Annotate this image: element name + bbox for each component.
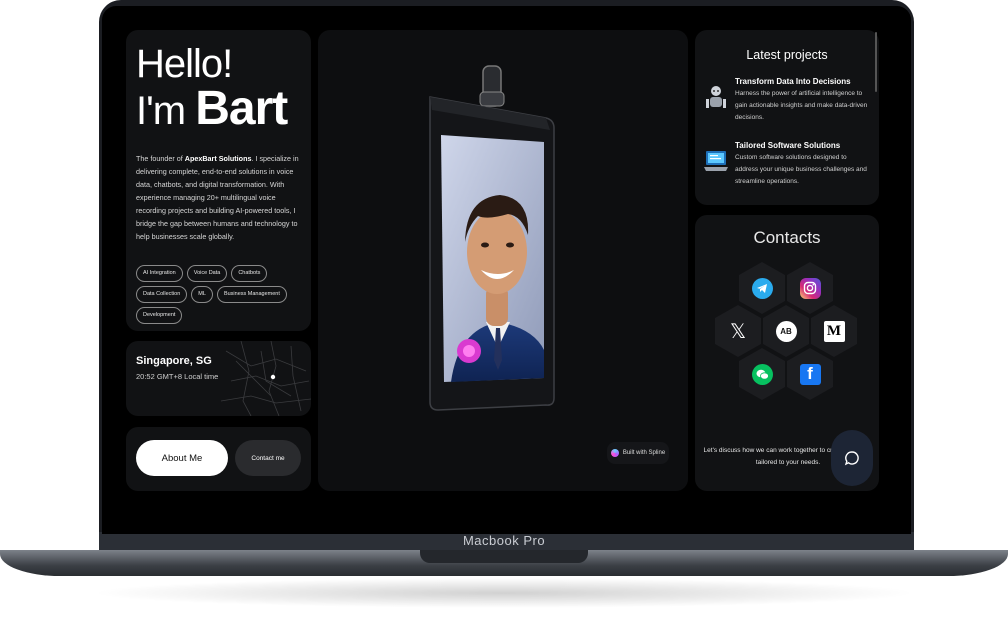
wechat-icon [751,363,773,385]
robot-icon [706,86,726,108]
chat-bubble-icon [844,451,859,466]
skill-tag[interactable]: Data Collection [136,286,188,303]
projects-scrollbar[interactable] [875,32,877,92]
telegram-link[interactable] [739,262,785,314]
bio-prefix: The founder of [136,154,183,163]
bio-text: The founder of ApexBart Solutions. I spe… [136,152,301,243]
device-label: Macbook Pro [462,533,546,548]
spline-badge-label: Built with Spline [622,450,666,456]
wechat-link[interactable] [739,348,785,400]
name-heading: I'm Bart [136,85,301,134]
facebook-link[interactable]: f [787,348,833,400]
x-icon: 𝕏 [729,320,747,343]
skill-tags: AI Integration Voice Data Chatbots Data … [136,265,301,324]
hero-card: Hello! I'm Bart The founder of ApexBart … [126,30,311,331]
built-with-spline-badge[interactable]: Built with Spline [607,442,669,464]
spline-logo-icon [610,449,619,457]
ab-logo-icon: AB [775,320,797,342]
laptop-screen: Hello! I'm Bart The founder of ApexBart … [102,6,911,534]
greeting: Hello! [136,42,233,86]
ab-logo-link[interactable]: AB [763,305,809,357]
instagram-icon [799,277,821,299]
projects-title: Latest projects [746,48,828,62]
skill-tag[interactable]: ML [191,286,213,303]
location-card: Singapore, SG 20:52 GMT+8 Local time [126,341,311,416]
bio-company: ApexBart Solutions [184,154,252,163]
project-item[interactable]: Transform Data Into Decisions Harness th… [703,77,871,124]
project-name: Transform Data Into Decisions [735,77,851,86]
chat-button[interactable] [831,430,873,486]
skill-tag[interactable]: Voice Data [186,265,228,282]
project-description: Custom software solutions designed to ad… [735,154,867,185]
map-graphic [221,341,311,416]
facebook-icon: f [799,363,821,385]
macbook-mockup: Macbook Pro Hello! I'm Bart The founder … [0,0,1008,635]
contacts-title: Contacts [753,228,821,247]
location-pin-icon [270,374,276,380]
telegram-icon [751,277,773,299]
medium-icon: M [823,320,845,342]
bio-rest: . I specialize in delivering complete, e… [136,154,299,241]
skill-tag[interactable]: Chatbots [231,265,268,282]
about-me-button[interactable]: About Me [136,440,228,476]
spline-3d-scene[interactable]: Built with Spline [318,30,688,491]
skill-tag[interactable]: Business Management [216,286,287,303]
x-link[interactable]: 𝕏 [715,305,761,357]
skill-tag[interactable]: AI Integration [136,265,183,282]
instagram-link[interactable] [787,262,833,314]
laptop-notch [420,550,588,563]
cta-card: About Me Contact me [126,427,311,491]
project-item[interactable]: Tailored Software Solutions Custom softw… [703,141,871,188]
id-badge-illustration [429,65,555,411]
software-laptop-icon [704,151,728,171]
skill-tag[interactable]: Development [136,307,183,324]
laptop-shadow [90,578,918,608]
name-text: Bart [195,82,288,135]
contact-me-button[interactable]: Contact me [235,440,301,476]
latest-projects-card: Latest projects Transform Data Into Deci… [695,30,879,205]
medium-link[interactable]: M [811,305,857,357]
project-description: Harness the power of artificial intellig… [735,90,868,121]
intro-text: I'm [136,89,186,133]
project-name: Tailored Software Solutions [735,141,841,150]
